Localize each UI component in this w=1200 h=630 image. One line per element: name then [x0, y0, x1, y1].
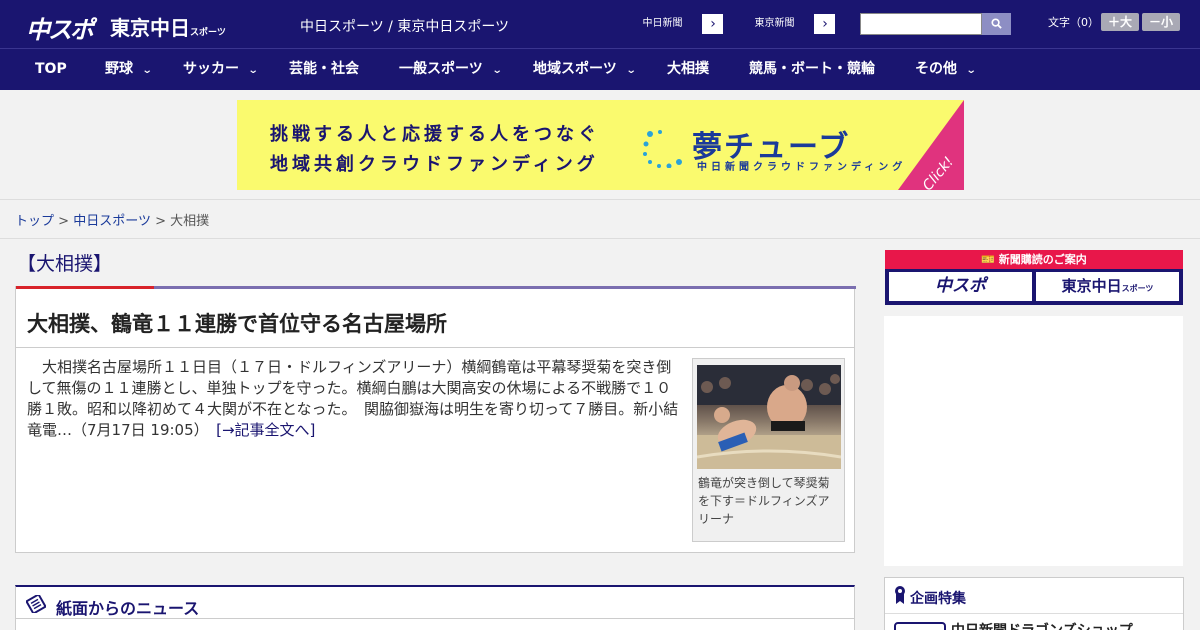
- subscribe-tokyo-small: スポーツ: [1121, 284, 1154, 293]
- article-summary: 大相撲名古屋場所１１日目（１７日・ドルフィンズアリーナ）横綱鶴竜は平幕琴奨菊を突…: [27, 357, 685, 441]
- nav-item-label: 一般スポーツ: [399, 61, 483, 77]
- search-icon: [991, 18, 1002, 29]
- chevron-right-icon: ›: [710, 16, 716, 32]
- paper-news-section: 紙面からのニュース: [15, 585, 855, 630]
- nav-item-label: 芸能・社会: [289, 61, 359, 77]
- nav-item-label: 大相撲: [667, 61, 709, 77]
- nav-item-local-sports[interactable]: 地域スポーツ ⌄: [533, 49, 637, 91]
- nav-item-label: 野球: [105, 61, 133, 77]
- subscription-box: 🎫 新聞購読のご案内 中スポ 東京中日スポーツ: [885, 250, 1183, 305]
- subscribe-tokyo-button[interactable]: 東京中日スポーツ: [1036, 272, 1179, 301]
- text-size-increase-button[interactable]: ＋大: [1101, 13, 1139, 31]
- article-top-border: [16, 286, 856, 289]
- shop-thumbnail[interactable]: [894, 622, 946, 630]
- paper-news-title: 紙面からのニュース: [56, 599, 200, 618]
- category-title: 【大相撲】: [17, 253, 113, 275]
- breadcrumb: トップ > 中日スポーツ > 大相撲: [15, 210, 209, 229]
- article-card: 大相撲、鶴竜１１連勝で首位守る名古屋場所 大相撲名古屋場所１１日目（１７日・ドル…: [15, 286, 856, 553]
- text-size-label: 文字（0）: [1048, 16, 1099, 29]
- ribbon-icon: [895, 586, 905, 604]
- chuspo-logo[interactable]: 中スポ: [26, 10, 94, 44]
- banner-line-1: 挑戦する人と応援する人をつなぐ: [270, 124, 600, 145]
- tokyo-logo-small: スポーツ: [190, 28, 226, 38]
- search-input[interactable]: [860, 13, 982, 35]
- sumo-photo[interactable]: [697, 365, 841, 469]
- nav-item-soccer[interactable]: サッカー ⌄: [183, 49, 259, 91]
- divider: [885, 613, 1183, 614]
- nav-item-sumo[interactable]: 大相撲: [667, 49, 709, 91]
- chevron-down-icon: ⌄: [491, 65, 503, 76]
- chevron-right-icon: ›: [822, 16, 828, 32]
- subscription-header-label: 新聞購読のご案内: [998, 253, 1087, 266]
- paper-button-label: 中日新聞: [623, 14, 703, 34]
- tokyo-shimbun-button[interactable]: 東京新聞 ›: [734, 13, 836, 35]
- crowdfunding-banner[interactable]: 挑戦する人と応援する人をつなぐ 地域共創クラウドファンディング 夢チューブ 中日…: [237, 100, 964, 190]
- divider: [0, 238, 1200, 239]
- nav-item-label: 競馬・ボート・競輪: [749, 61, 875, 77]
- nav-item-general-sports[interactable]: 一般スポーツ ⌄: [399, 49, 503, 91]
- breadcrumb-separator: >: [58, 214, 70, 229]
- tokyo-chunichi-logo[interactable]: 東京中日スポーツ: [110, 12, 226, 40]
- nav-item-baseball[interactable]: 野球 ⌄: [105, 49, 153, 91]
- nav-item-top[interactable]: TOP: [35, 49, 67, 91]
- article-headline[interactable]: 大相撲、鶴竜１１連勝で首位守る名古屋場所: [27, 308, 447, 338]
- banner-area: 挑戦する人と応援する人をつなぐ 地域共創クラウドファンディング 夢チューブ 中日…: [0, 90, 1200, 200]
- breadcrumb-current: 大相撲: [170, 214, 210, 229]
- nav-item-label: 地域スポーツ: [533, 61, 617, 77]
- nav-item-label: サッカー: [183, 61, 239, 77]
- feature-section: 企画特集 中日新聞ドラゴンズショップ: [884, 577, 1184, 630]
- feature-link-dragons-shop[interactable]: 中日新聞ドラゴンズショップ: [951, 620, 1133, 630]
- site-links[interactable]: 中日スポーツ / 東京中日スポーツ: [300, 16, 509, 36]
- nav-item-other[interactable]: その他 ⌄: [915, 49, 977, 91]
- ticket-icon: 🎫: [981, 253, 999, 266]
- dots-logo-icon: [643, 130, 682, 168]
- banner-text: 挑戦する人と応援する人をつなぐ 地域共創クラウドファンディング: [270, 120, 600, 180]
- paper-button-label: 東京新聞: [735, 14, 815, 34]
- nav-item-label: その他: [915, 61, 957, 77]
- chevron-down-icon: ⌄: [965, 65, 977, 76]
- banner-subtitle: 中日新聞クラウドファンディング: [697, 162, 907, 173]
- main-nav: TOP 野球 ⌄ サッカー ⌄ 芸能・社会 一般スポーツ ⌄ 地域スポーツ ⌄ 大相撲 …: [0, 48, 1200, 90]
- divider: [16, 618, 854, 619]
- accent-bar: [16, 286, 154, 289]
- text-size-decrease-button[interactable]: －小: [1142, 13, 1180, 31]
- sumo-photo-art: [697, 365, 841, 469]
- chunichi-shimbun-button[interactable]: 中日新聞 ›: [622, 13, 724, 35]
- site-header: 中スポ 東京中日スポーツ 中日スポーツ / 東京中日スポーツ 中日新聞 › 東京…: [0, 0, 1200, 48]
- read-more-link[interactable]: [→記事全文へ]: [216, 421, 315, 439]
- subscribe-chuspo-button[interactable]: 中スポ: [889, 272, 1032, 301]
- breadcrumb-top[interactable]: トップ: [15, 214, 54, 229]
- tokyo-logo-text: 東京中日: [110, 16, 190, 40]
- feature-title: 企画特集: [910, 591, 966, 607]
- chevron-down-icon: ⌄: [141, 65, 153, 76]
- nav-item-racing[interactable]: 競馬・ボート・競輪: [749, 49, 875, 91]
- search-button[interactable]: [982, 13, 1011, 35]
- divider: [16, 347, 854, 348]
- nav-item-entertainment[interactable]: 芸能・社会: [289, 49, 359, 91]
- breadcrumb-separator: >: [155, 214, 166, 229]
- nav-item-label: TOP: [35, 61, 67, 77]
- ad-slot[interactable]: [884, 316, 1183, 566]
- banner-line-2: 地域共創クラウドファンディング: [270, 154, 599, 175]
- newspaper-icon: [26, 595, 46, 613]
- article-photo-box: 鶴竜が突き倒して琴奨菊を下す＝ドルフィンズアリーナ: [692, 358, 845, 542]
- chevron-down-icon: ⌄: [247, 65, 259, 76]
- article-body-text: 大相撲名古屋場所１１日目（１７日・ドルフィンズアリーナ）横綱鶴竜は平幕琴奨菊を突…: [27, 358, 679, 439]
- breadcrumb-chuspo[interactable]: 中日スポーツ: [73, 214, 151, 229]
- photo-caption: 鶴竜が突き倒して琴奨菊を下す＝ドルフィンズアリーナ: [698, 476, 830, 526]
- chevron-down-icon: ⌄: [625, 65, 637, 76]
- subscribe-tokyo-label: 東京中日: [1061, 277, 1122, 295]
- subscription-header: 🎫 新聞購読のご案内: [885, 250, 1183, 269]
